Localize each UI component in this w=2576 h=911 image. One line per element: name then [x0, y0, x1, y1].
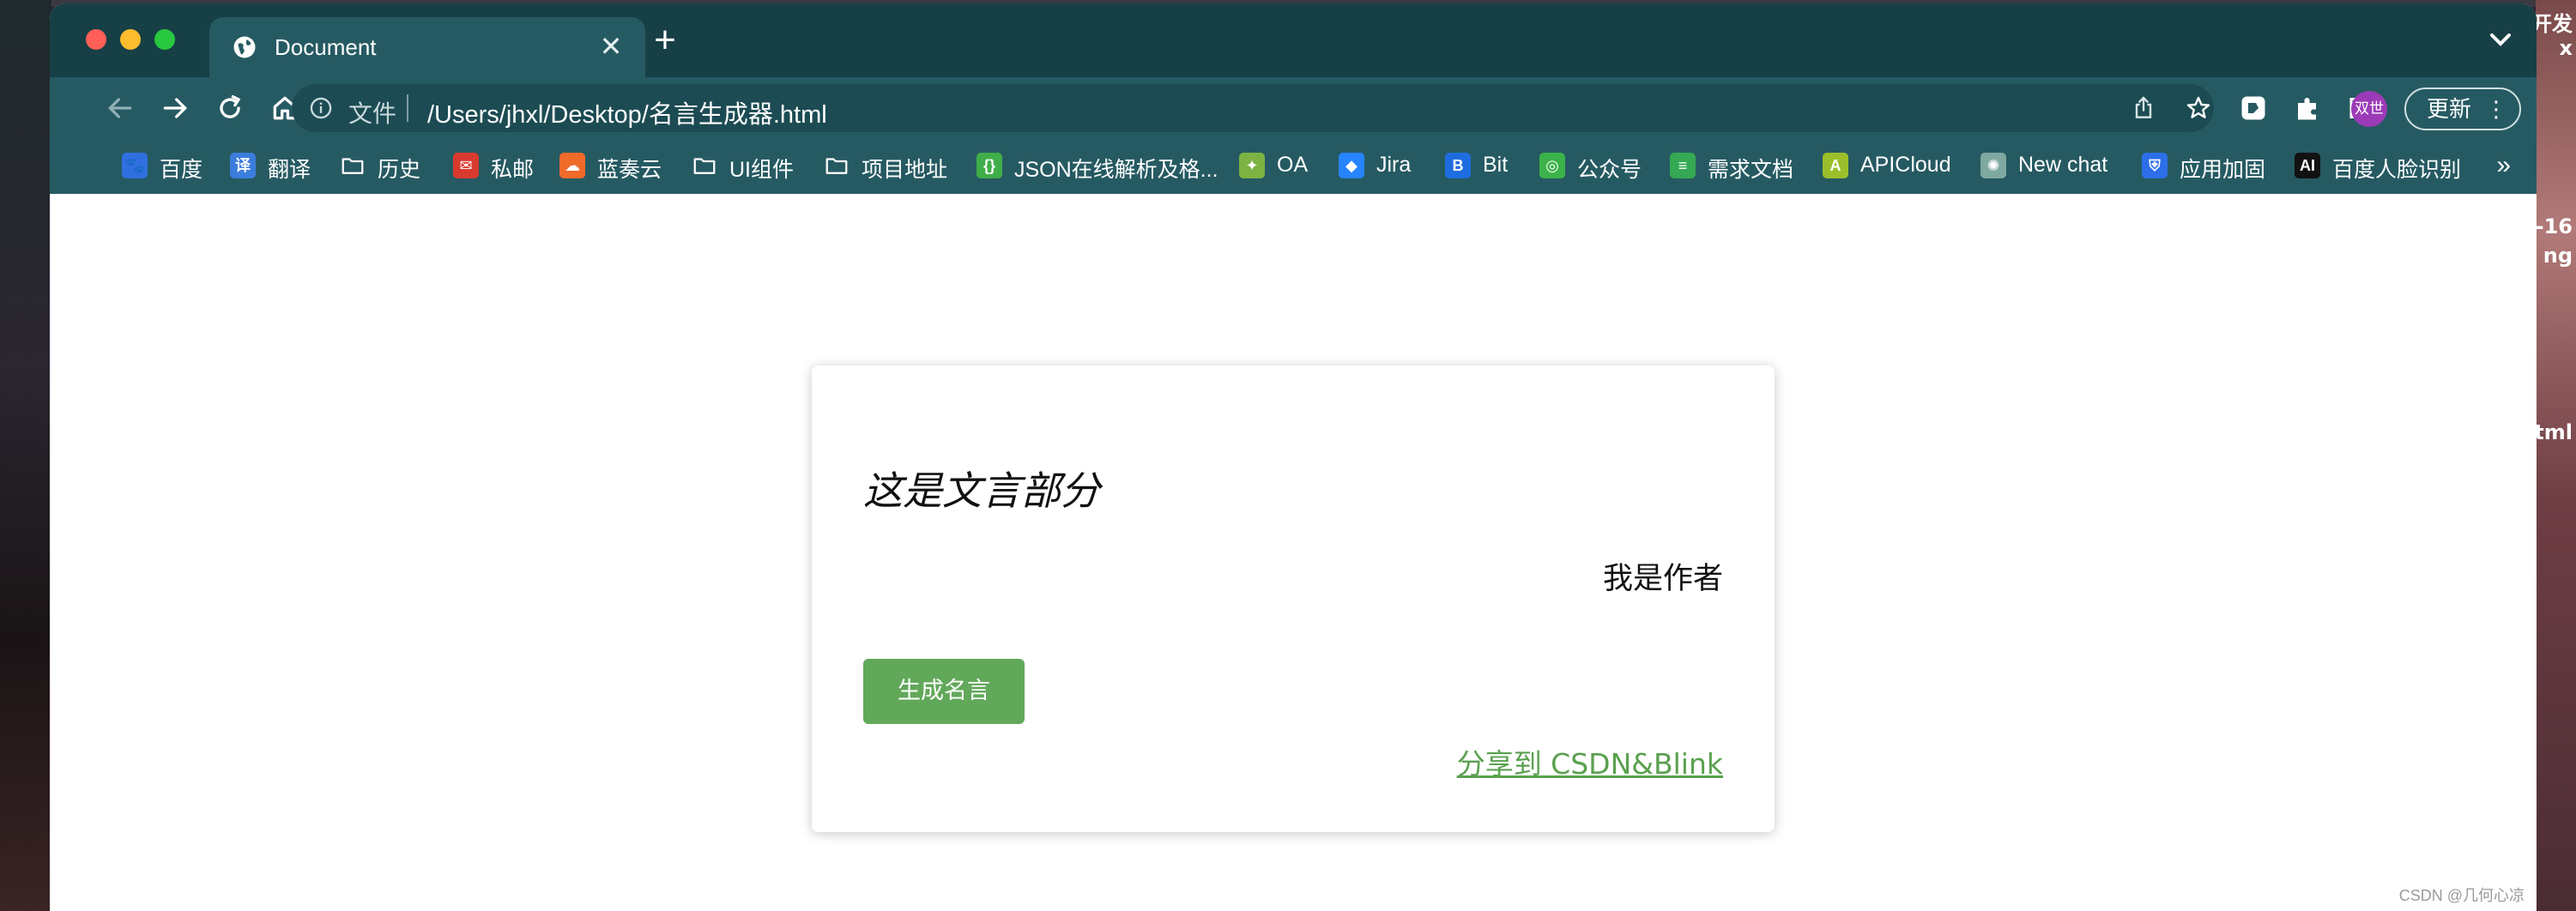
- lanzou-icon: ☁: [559, 153, 585, 178]
- address-bar[interactable]: 文件 /Users/jhxl/Desktop/名言生成器.html: [292, 84, 2214, 132]
- bookmark-label: UI组件: [729, 158, 795, 182]
- extension-devtools-icon[interactable]: [2238, 93, 2269, 124]
- bookmark-label: 私邮: [491, 158, 535, 182]
- desktop-text: x: [2559, 36, 2573, 60]
- share-icon[interactable]: [2130, 94, 2157, 122]
- url-text[interactable]: /Users/jhxl/Desktop/名言生成器.html: [427, 94, 827, 130]
- tab-title: Document: [275, 34, 377, 60]
- wechat-icon: ◎: [1539, 153, 1565, 178]
- bookmark-label: JSON在线解析及格...: [1014, 158, 1218, 182]
- jira-icon: ◆: [1339, 153, 1364, 178]
- close-window-button[interactable]: [86, 29, 106, 50]
- bookmark-label: 历史: [378, 158, 421, 182]
- new-tab-button[interactable]: +: [642, 17, 688, 63]
- watermark: CSDN @几何心凉: [2398, 887, 2525, 904]
- apicloud-icon: A: [1823, 153, 1848, 178]
- divider: [407, 94, 408, 122]
- folder-icon: [340, 153, 366, 178]
- reload-icon[interactable]: [213, 91, 247, 125]
- baidu-icon: 🐾: [122, 153, 148, 178]
- globe-icon: [233, 36, 256, 58]
- avatar[interactable]: 双世: [2351, 91, 2387, 127]
- close-icon[interactable]: ✕: [596, 29, 626, 63]
- chevron-double-right-icon[interactable]: »: [2496, 151, 2511, 180]
- bookmark-label: OA: [1277, 153, 1309, 177]
- url-scheme-label: 文件: [348, 100, 397, 127]
- folder-icon: [824, 153, 850, 178]
- back-icon[interactable]: [103, 91, 137, 125]
- share-link[interactable]: 分享到 CSDN&Blink: [1457, 741, 1723, 782]
- bookmark-label: 需求文档: [1708, 158, 1794, 182]
- translate-icon: 译: [230, 153, 256, 178]
- bookmark-label: Jira: [1376, 153, 1412, 177]
- browser-window: Document ✕ + 文件 /Users/jhxl/Desktop/名言生成…: [50, 3, 2537, 911]
- bit-icon: B: [1445, 153, 1471, 178]
- bookmark-label: 公众号: [1577, 158, 1642, 182]
- update-button[interactable]: 更新 ⋮: [2404, 87, 2521, 130]
- quote-card: 这是文言部分 我是作者 生成名言 分享到 CSDN&Blink: [812, 365, 1775, 832]
- oa-icon: ✦: [1239, 153, 1265, 178]
- bookmark-label: 项目地址: [862, 158, 948, 182]
- puzzle-icon[interactable]: [2293, 93, 2324, 124]
- tab-document[interactable]: Document ✕: [209, 17, 645, 77]
- generate-quote-button[interactable]: 生成名言: [863, 659, 1025, 724]
- info-icon[interactable]: [309, 96, 333, 120]
- desktop-background-right: 开发 x 3-16 ng tml: [2521, 0, 2576, 911]
- bookmark-label: 百度人脸识别: [2332, 158, 2462, 182]
- forward-icon[interactable]: [158, 91, 192, 125]
- json-icon: {}: [977, 153, 1002, 178]
- bookmark-label: 百度: [160, 158, 203, 182]
- page-content: 这是文言部分 我是作者 生成名言 分享到 CSDN&Blink CSDN @几何…: [50, 194, 2537, 911]
- sheet-icon: ≡: [1670, 153, 1696, 178]
- minimize-window-button[interactable]: [120, 29, 141, 50]
- bookmark-label: New chat: [2018, 153, 2108, 177]
- zoom-window-button[interactable]: [154, 29, 175, 50]
- quote-text: 这是文言部分: [863, 468, 1100, 514]
- bookmark-label: Bit: [1483, 153, 1509, 177]
- bookmark-label: APICloud: [1860, 153, 1951, 177]
- desktop-text: ng: [2543, 244, 2573, 268]
- bookmark-label: 翻译: [268, 158, 311, 182]
- toolbar: 文件 /Users/jhxl/Desktop/名言生成器.html 双世 更新 …: [50, 77, 2537, 139]
- folder-icon: [692, 153, 717, 178]
- star-icon[interactable]: [2185, 94, 2212, 122]
- update-label: 更新: [2427, 96, 2472, 122]
- shield-icon: ⛨: [2142, 153, 2168, 178]
- desktop-text: 开发: [2531, 12, 2573, 36]
- desktop-text: tml: [2534, 420, 2573, 444]
- mail-icon: ✉: [453, 153, 479, 178]
- chevron-down-icon[interactable]: [2483, 22, 2518, 57]
- openai-icon: ✺: [1980, 153, 2006, 178]
- desktop-background-left: [0, 0, 51, 911]
- author-text: 我是作者: [1602, 562, 1723, 596]
- bookmarks-bar: 🐾 百度 译翻译 历史 ✉ 私邮 ☁ 蓝奏云 UI组件 项目地址 {} JSON在线解析及格... ✦ O…: [50, 139, 2537, 194]
- more-menu-icon[interactable]: ⋮: [2485, 89, 2507, 129]
- bookmark-label: 应用加固: [2180, 158, 2266, 182]
- bookmark-label: 蓝奏云: [597, 158, 662, 182]
- ai-icon: AI: [2295, 153, 2320, 178]
- tab-bar: Document ✕ +: [50, 3, 2537, 77]
